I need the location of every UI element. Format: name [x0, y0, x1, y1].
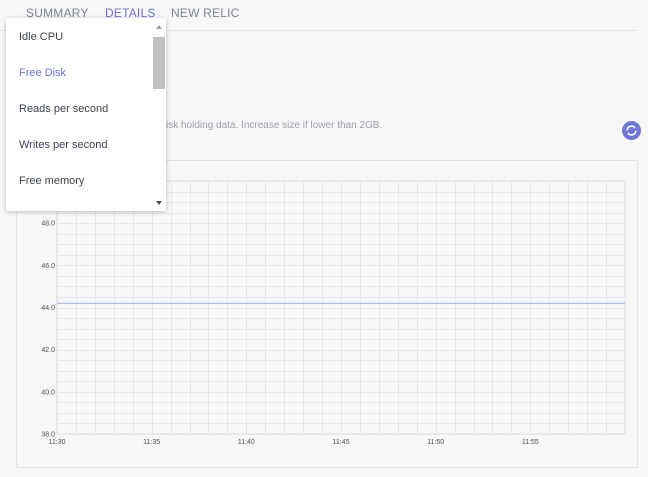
x-tick-label: 11:40 — [238, 439, 255, 446]
dropdown-item-reads-per-second[interactable]: Reads per second — [6, 91, 152, 127]
x-tick-label: 11:35 — [143, 439, 160, 446]
refresh-button[interactable] — [622, 121, 641, 140]
x-tick-label: 11:55 — [522, 439, 539, 446]
scroll-up-arrow-icon[interactable] — [156, 25, 162, 29]
x-tick-label: 11:45 — [333, 439, 350, 446]
x-tick-label: 11:50 — [427, 439, 444, 446]
y-tick-label: 44.0 — [41, 305, 55, 312]
y-tick-label: 42.0 — [41, 347, 55, 354]
dropdown-item-free-memory[interactable]: Free memory — [6, 163, 152, 199]
dropdown-scrollbar[interactable] — [152, 18, 166, 211]
dropdown-item-writes-per-second[interactable]: Writes per second — [6, 127, 152, 163]
tab-new-relic[interactable]: NEW RELIC — [171, 6, 239, 20]
dropdown-item-free-disk[interactable]: Free Disk — [6, 55, 152, 91]
y-tick-label: 38.0 — [41, 432, 55, 439]
scroll-thumb[interactable] — [153, 37, 165, 89]
scroll-down-arrow-icon[interactable] — [156, 201, 162, 205]
x-tick-label: 11:30 — [49, 439, 66, 446]
refresh-icon — [626, 125, 637, 136]
y-tick-label: 48.0 — [41, 221, 55, 228]
y-tick-label: 40.0 — [41, 389, 55, 396]
y-tick-label: 46.0 — [41, 263, 55, 270]
metric-dropdown[interactable]: Idle CPU Free Disk Reads per second Writ… — [6, 18, 166, 211]
metric-description: isk holding data. Increase size if lower… — [166, 120, 383, 131]
dropdown-item-idle-cpu[interactable]: Idle CPU — [6, 19, 152, 55]
